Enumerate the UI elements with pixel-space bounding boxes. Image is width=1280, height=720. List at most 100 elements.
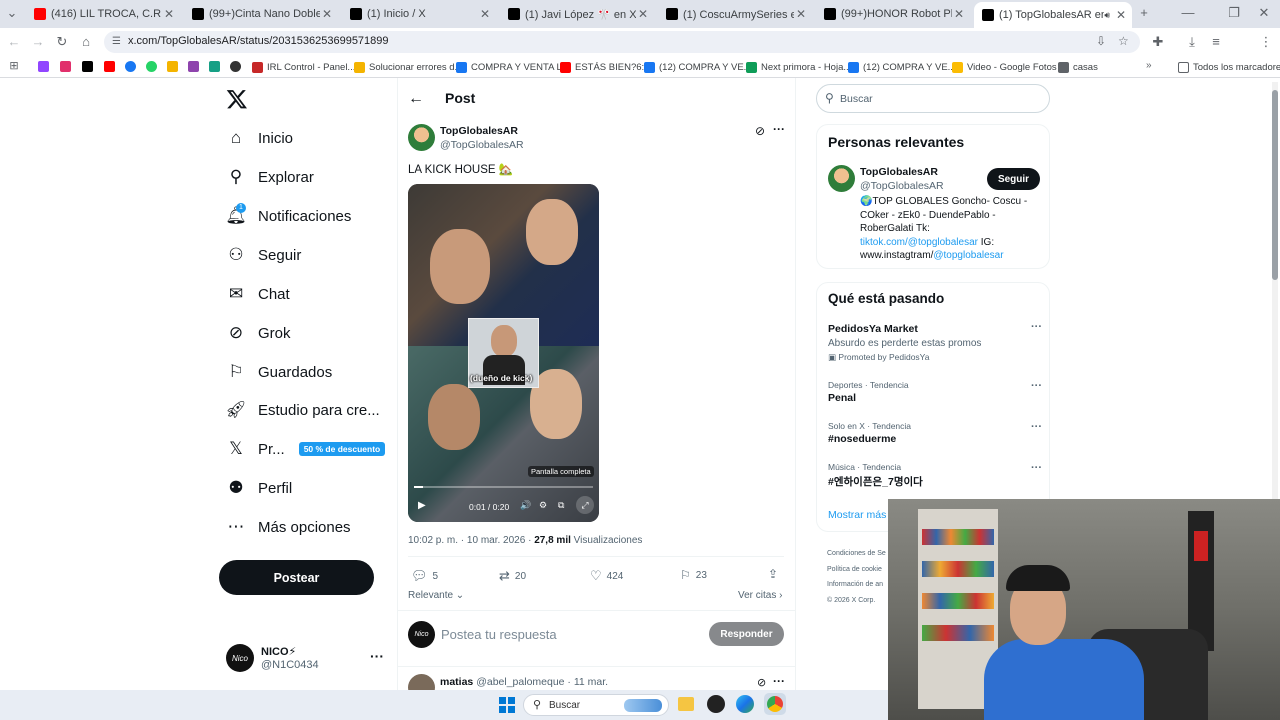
browser-tab[interactable]: (1) Inicio / X ✕ xyxy=(342,2,496,26)
menu-icon[interactable]: ⋮ xyxy=(1258,34,1274,50)
author-avatar[interactable] xyxy=(408,124,435,151)
bookmark-item[interactable]: Solucionar errores d... xyxy=(354,60,462,74)
browser-tab[interactable]: (99+)Cinta Nano Doble Cara: A✕ xyxy=(184,2,338,26)
pip-icon[interactable]: ⧉ xyxy=(558,500,564,511)
nav-item-estudio-para-cre[interactable]: 🚀︎ Estudio para cre... xyxy=(225,396,380,424)
video-player[interactable]: (dueño de kick) Pantalla completa ▶ 0:01… xyxy=(408,184,599,522)
x-bookmark-icon[interactable] xyxy=(82,61,93,72)
trend-more-icon[interactable]: ··· xyxy=(1031,421,1042,433)
bookmark-item[interactable]: Next primora - Hoja... xyxy=(746,60,851,74)
tab-close-icon[interactable]: ✕ xyxy=(952,7,966,21)
tab-audio-icon[interactable]: 🔊︎ xyxy=(1104,10,1110,21)
windows-start-icon[interactable] xyxy=(499,697,515,713)
show-more-link[interactable]: Mostrar más xyxy=(828,509,886,521)
minimize-icon[interactable]: — xyxy=(1180,5,1196,21)
all-bookmarks[interactable]: Todos los marcadores xyxy=(1178,60,1280,74)
reload-icon[interactable]: ↻ xyxy=(54,34,70,50)
edge-icon[interactable] xyxy=(736,695,754,713)
maximize-icon[interactable]: ❐ xyxy=(1226,5,1242,21)
reply-more-icon[interactable]: ··· xyxy=(773,674,785,688)
nav-item-notificaciones[interactable]: 🔔︎ Notificaciones 1 xyxy=(225,202,351,230)
nav-item-inicio[interactable]: ⌂ Inicio xyxy=(226,124,293,152)
whatsapp-icon[interactable] xyxy=(146,61,157,72)
google-icon[interactable] xyxy=(167,61,178,72)
like-action[interactable]: ♡ 424 xyxy=(590,568,623,584)
browser-tab[interactable]: (1) TopGlobalesAR en X: "L🔊︎ ✕ xyxy=(974,2,1132,28)
volume-icon[interactable]: 🔊 xyxy=(520,500,531,511)
repost-action[interactable]: ⇄ 20 xyxy=(499,568,526,584)
footer-link[interactable]: Política de cookie xyxy=(827,562,886,578)
bookmark-item[interactable]: IRL Control - Panel... xyxy=(252,60,355,74)
follow-button[interactable]: Seguir xyxy=(987,168,1040,190)
bookmark-item[interactable]: ESTÁS BIEN?6:33 xyxy=(560,60,655,74)
tab-search-icon[interactable]: ⌄ xyxy=(4,5,20,21)
reply-action[interactable]: 💬︎ 5 xyxy=(411,568,438,584)
site-info-icon[interactable]: ☰ xyxy=(112,36,122,47)
play-icon[interactable]: ▶ xyxy=(418,500,426,511)
tab-close-icon[interactable]: ✕ xyxy=(478,7,492,21)
nav-item-chat[interactable]: ✉ Chat xyxy=(226,280,290,308)
tab-close-icon[interactable]: ✕ xyxy=(1114,8,1128,22)
bookmark-item[interactable]: (12) COMPRA Y VE... xyxy=(848,60,956,74)
browser-tab[interactable]: (1) CoscuArmySeries en X: "🔥✕ xyxy=(658,2,812,26)
home-browser-icon[interactable]: ⌂ xyxy=(78,34,94,50)
forward-icon[interactable]: → xyxy=(30,34,46,50)
bookmark-star-icon[interactable]: ☆ xyxy=(1118,34,1129,48)
trend-item[interactable]: PedidosYa Market Absurdo es perderte esta… xyxy=(828,321,1042,363)
post-timestamp[interactable]: 10:02 p. m. · 10 mar. 2026 · xyxy=(408,535,534,546)
tab-close-icon[interactable]: ✕ xyxy=(320,7,334,21)
back-icon[interactable]: ← xyxy=(6,34,22,50)
instagram-icon[interactable] xyxy=(60,61,71,72)
settings-icon[interactable]: ⚙ xyxy=(539,500,547,511)
author-handle[interactable]: @TopGlobalesAR xyxy=(440,139,524,151)
app-icon[interactable] xyxy=(188,61,199,72)
taskbar-search[interactable]: ⚲ Buscar xyxy=(523,694,669,716)
grok-post-icon[interactable]: ⊘ xyxy=(755,124,765,138)
tab-close-icon[interactable]: ✕ xyxy=(636,7,650,21)
app-icon[interactable] xyxy=(707,695,725,713)
account-more-icon[interactable]: ··· xyxy=(370,648,384,664)
bookmark-action[interactable]: ⚐ 23 xyxy=(680,568,707,582)
premium-discount-badge[interactable]: 50 % de descuento xyxy=(298,442,386,456)
downloads-icon[interactable]: ⤓ xyxy=(1184,34,1200,50)
bio-tiktok-link[interactable]: tiktok.com/@topglobalesar xyxy=(860,237,978,248)
chrome-taskbar-item[interactable] xyxy=(764,693,786,715)
nav-item-perfil[interactable]: ⚉ Perfil xyxy=(226,474,292,502)
address-bar[interactable]: ☰ x.com/TopGlobalesAR/status/20315362536… xyxy=(104,31,1140,53)
trend-more-icon[interactable]: ··· xyxy=(1031,462,1042,474)
reply-input[interactable]: Postea tu respuesta xyxy=(441,627,557,642)
file-explorer-icon[interactable] xyxy=(678,697,694,711)
tab-close-icon[interactable]: ✕ xyxy=(794,7,808,21)
scrollbar-thumb[interactable] xyxy=(1272,90,1278,280)
browser-tab[interactable]: (99+)HONOR Robot Phone: ¡lh✕ xyxy=(816,2,970,26)
relevant-avatar[interactable] xyxy=(828,165,855,192)
nav-item-explorar[interactable]: ⚲ Explorar xyxy=(226,163,314,191)
install-app-icon[interactable]: ⇩ xyxy=(1096,34,1106,48)
account-switcher[interactable]: Nico NICO⚡ @N1C0434 ··· xyxy=(226,642,386,676)
bio-mention-link[interactable]: @topglobalesar xyxy=(933,250,1003,261)
post-button[interactable]: Postear xyxy=(219,560,374,595)
video-progress-track[interactable] xyxy=(414,486,593,488)
apps-grid-icon[interactable]: ⊞ xyxy=(6,58,22,74)
nav-item-guardados[interactable]: ⚐ Guardados xyxy=(226,358,332,386)
close-window-icon[interactable]: ✕ xyxy=(1256,5,1272,21)
more-bookmarks-icon[interactable]: » xyxy=(1146,60,1152,71)
grok-reply-icon[interactable]: ⊘ xyxy=(757,676,766,689)
relevant-name[interactable]: TopGlobalesAR xyxy=(860,166,938,178)
browser-tab[interactable]: (416) LIL TROCA, C.R.O, LUCHO✕ xyxy=(26,2,180,26)
trend-more-icon[interactable]: ··· xyxy=(1031,321,1042,333)
nav-item-grok[interactable]: ⊘ Grok xyxy=(226,319,291,347)
fullscreen-icon[interactable]: ⤢ xyxy=(576,496,594,514)
bookmark-item[interactable]: Video - Google Fotos xyxy=(952,60,1057,74)
media-icon[interactable]: ≡ xyxy=(1208,34,1224,50)
twitch-icon[interactable] xyxy=(38,61,49,72)
new-tab-icon[interactable]: + xyxy=(1136,5,1152,21)
app2-icon[interactable] xyxy=(209,61,220,72)
author-name[interactable]: TopGlobalesAR xyxy=(440,125,518,137)
quotes-link[interactable]: Ver citas › xyxy=(738,590,782,601)
trend-item[interactable]: Solo en X · Tendencia #noseduerme ··· xyxy=(828,421,1042,445)
nav-item-seguir[interactable]: ⚇ Seguir xyxy=(226,241,301,269)
youtube-icon[interactable] xyxy=(104,61,115,72)
trend-more-icon[interactable]: ··· xyxy=(1031,380,1042,392)
trend-item[interactable]: Música · Tendencia #엔하이픈은_7명이다 ··· xyxy=(828,462,1042,489)
